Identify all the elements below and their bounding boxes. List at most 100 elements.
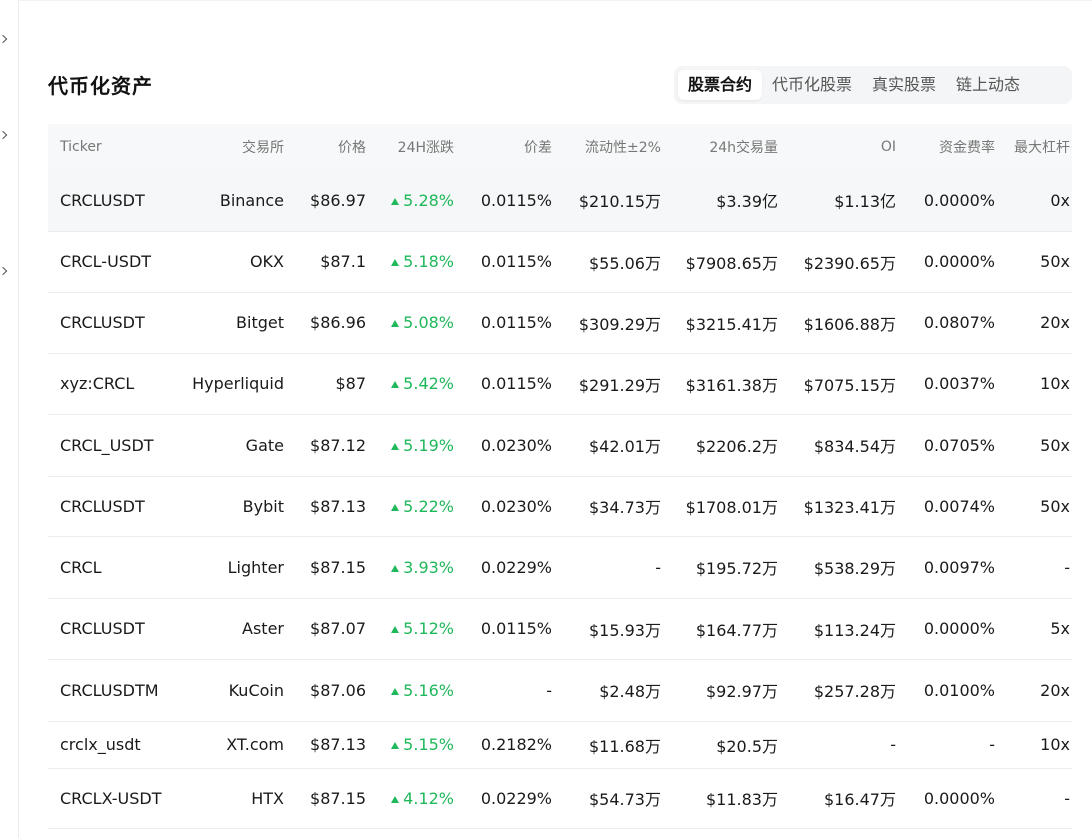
cell-funding: - xyxy=(898,721,997,769)
cell-price: $87.13 xyxy=(286,476,368,537)
cell-ticker: CRCLUSDT xyxy=(48,598,180,660)
cell-exchange: Hyperliquid xyxy=(180,353,286,415)
change-up-value: 5.08% xyxy=(391,313,454,332)
tab-real-stocks[interactable]: 真实股票 xyxy=(862,70,946,100)
cell-spread: 0.0229% xyxy=(456,768,554,829)
change-up-value: 5.12% xyxy=(391,619,454,638)
table-row[interactable]: crclx_usdt XT.com $87.13 5.15% 0.2182% $11.68… xyxy=(48,721,1072,769)
cell-exchange: OKX xyxy=(180,231,286,293)
cell-spread: 0.0230% xyxy=(456,476,554,537)
cell-price: $87.15 xyxy=(286,768,368,829)
cell-spread: 0.0229% xyxy=(456,536,554,599)
table-row[interactable]: CRCLUSDT Binance $86.97 5.28% 0.0115% $210.15… xyxy=(48,170,1072,232)
table-row[interactable]: CRCL Lighter $87.15 3.93% 0.0229% - $195.72万 $5… xyxy=(48,536,1072,599)
cell-liquidity: $210.15万 xyxy=(554,170,663,232)
cell-leverage: - xyxy=(997,536,1072,599)
header-max-leverage[interactable]: 最大杠杆 xyxy=(997,124,1072,170)
cell-liquidity: $42.01万 xyxy=(554,414,663,477)
cell-leverage: 20x xyxy=(997,292,1072,354)
cell-change: 5.22% xyxy=(368,476,456,537)
tab-tokenized-stocks[interactable]: 代币化股票 xyxy=(762,70,862,100)
header-oi[interactable]: OI xyxy=(780,124,898,170)
header-spread[interactable]: 价差 xyxy=(456,124,554,170)
cell-change: 5.42% xyxy=(368,353,456,415)
header-funding-rate[interactable]: 资金费率 xyxy=(898,124,997,170)
table-row[interactable]: CRCL-USDT OKX $87.1 5.18% 0.0115% $55.06万 $790… xyxy=(48,231,1072,293)
cell-exchange: Aster xyxy=(180,598,286,660)
cell-volume: $20.5万 xyxy=(663,721,780,769)
cell-price: $87.07 xyxy=(286,598,368,660)
cell-oi: $257.28万 xyxy=(780,659,898,722)
cell-change: 3.93% xyxy=(368,536,456,599)
header-ticker[interactable]: Ticker xyxy=(48,124,180,170)
cell-ticker: CRCLX-USDT xyxy=(48,768,180,829)
cell-exchange: Binance xyxy=(180,170,286,232)
header-change-24h[interactable]: 24H涨跌 xyxy=(368,124,456,170)
cell-change: 4.12% xyxy=(368,768,456,829)
cell-change: 5.08% xyxy=(368,292,456,354)
header-volume-24h[interactable]: 24h交易量 xyxy=(663,124,780,170)
table-row[interactable]: xyz:CRCL Hyperliquid $87 5.42% 0.0115% $291.2… xyxy=(48,353,1072,415)
cell-volume: $164.77万 xyxy=(663,598,780,660)
cell-exchange: KuCoin xyxy=(180,659,286,722)
cell-oi: $538.29万 xyxy=(780,536,898,599)
cell-exchange: Lighter xyxy=(180,536,286,599)
tab-onchain-activity[interactable]: 链上动态 xyxy=(946,70,1030,100)
table-row[interactable]: CRCLUSDT Bybit $87.13 5.22% 0.0230% $34.73万 $1… xyxy=(48,476,1072,537)
table-row[interactable]: CRCLUSDTM KuCoin $87.06 5.16% - $2.48万 $92.97万… xyxy=(48,659,1072,722)
cell-oi: $834.54万 xyxy=(780,414,898,477)
header-exchange[interactable]: 交易所 xyxy=(180,124,286,170)
cell-leverage: 50x xyxy=(997,414,1072,477)
cell-oi: $2390.65万 xyxy=(780,231,898,293)
cell-liquidity: $54.73万 xyxy=(554,768,663,829)
change-up-value: 5.28% xyxy=(391,191,454,210)
change-up-value: 5.22% xyxy=(391,497,454,516)
cell-exchange: Bitget xyxy=(180,292,286,354)
cell-liquidity: $15.93万 xyxy=(554,598,663,660)
cell-spread: 0.0115% xyxy=(456,170,554,232)
cell-leverage: 10x xyxy=(997,721,1072,769)
header-price[interactable]: 价格 xyxy=(286,124,368,170)
cell-change: 5.28% xyxy=(368,170,456,232)
cell-spread: 0.0115% xyxy=(456,292,554,354)
left-rail xyxy=(0,0,19,838)
cell-funding: 0.0000% xyxy=(898,231,997,293)
cell-funding: 0.0705% xyxy=(898,414,997,477)
change-up-value: 5.15% xyxy=(391,735,454,754)
cell-leverage: 20x xyxy=(997,659,1072,722)
cell-volume: $2206.2万 xyxy=(663,414,780,477)
chevron-icon[interactable] xyxy=(0,130,8,140)
table-row[interactable]: CRCLUSDT Aster $87.07 5.12% 0.0115% $15.93万 $1… xyxy=(48,598,1072,660)
cell-spread: 0.0115% xyxy=(456,353,554,415)
cell-oi: $1.13亿 xyxy=(780,170,898,232)
cell-price: $86.96 xyxy=(286,292,368,354)
table-row[interactable]: CRCLUSDT Bitget $86.96 5.08% 0.0115% $309.29万… xyxy=(48,292,1072,354)
cell-leverage: 0x xyxy=(997,170,1072,232)
cell-ticker: CRCLUSDT xyxy=(48,292,180,354)
table-row[interactable]: CRCL_USDT Gate $87.12 5.19% 0.0230% $42.01万 $2… xyxy=(48,414,1072,477)
cell-leverage: 5x xyxy=(997,598,1072,660)
cell-change: 5.16% xyxy=(368,659,456,722)
change-up-value: 4.12% xyxy=(391,789,454,808)
cell-funding: 0.0097% xyxy=(898,536,997,599)
table-header-row: Ticker 交易所 价格 24H涨跌 价差 流动性±2% 24h交易量 OI … xyxy=(48,124,1072,170)
cell-leverage: 10x xyxy=(997,353,1072,415)
cell-oi: $1606.88万 xyxy=(780,292,898,354)
chevron-icon[interactable] xyxy=(0,34,8,44)
chevron-icon[interactable] xyxy=(0,266,8,276)
cell-liquidity: $34.73万 xyxy=(554,476,663,537)
change-up-value: 5.16% xyxy=(391,681,454,700)
cell-volume: $3161.38万 xyxy=(663,353,780,415)
cell-liquidity: - xyxy=(554,536,663,599)
top-divider xyxy=(19,0,1092,1)
cell-ticker: xyz:CRCL xyxy=(48,353,180,415)
table-row[interactable]: CRCLX-USDT HTX $87.15 4.12% 0.0229% $54.73万 $1… xyxy=(48,768,1072,829)
cell-change: 5.19% xyxy=(368,414,456,477)
cell-change: 5.18% xyxy=(368,231,456,293)
cell-volume: $3215.41万 xyxy=(663,292,780,354)
cell-exchange: HTX xyxy=(180,768,286,829)
cell-price: $87.12 xyxy=(286,414,368,477)
tab-stock-contracts[interactable]: 股票合约 xyxy=(678,70,763,100)
header-liquidity[interactable]: 流动性±2% xyxy=(554,124,663,170)
cell-exchange: Gate xyxy=(180,414,286,477)
